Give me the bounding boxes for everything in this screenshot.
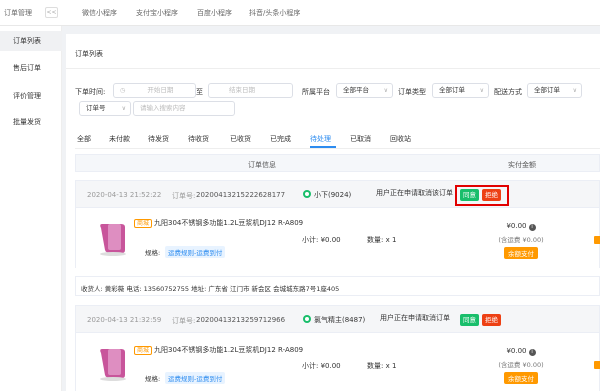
order-number: 20200413215222628177	[196, 191, 286, 199]
wechat-store-icon	[303, 315, 311, 323]
tab-unpaid[interactable]: 未付款	[109, 134, 130, 144]
order-number-label: 订单号:	[172, 192, 196, 200]
info-icon[interactable]: i	[528, 224, 536, 231]
order-header: 2020-04-13 21:52:22 订单号: 202004132152226…	[75, 180, 600, 208]
store-name: 小下(9024)	[303, 190, 351, 200]
orange-action-icon[interactable]	[594, 361, 600, 369]
sidebar: 订单列表 售后订单 评价管理 批量发货	[0, 26, 62, 391]
quantity: 数量: x 1	[367, 362, 397, 370]
freight-note: (含运费 ¥0.00)	[498, 236, 544, 244]
platform-label: 所属平台	[302, 88, 330, 96]
order-type-label: 订单类型	[398, 88, 426, 96]
cancel-request-notice: 用户正在申请取消该订单	[376, 189, 453, 197]
orange-action-icon[interactable]	[594, 236, 600, 244]
store-name: 氯气精主(8487)	[303, 315, 365, 325]
column-header-order-info: 订单信息	[248, 161, 276, 169]
tab-to-ship[interactable]: 待发货	[148, 134, 169, 144]
order-time: 2020-04-13 21:32:59	[87, 316, 162, 324]
tab-completed[interactable]: 已完成	[270, 134, 291, 144]
spec-label: 规格:	[145, 249, 161, 257]
soymilk-maker-thumbnail	[95, 220, 131, 256]
chevron-down-icon: ∨	[479, 87, 484, 94]
tab-all[interactable]: 全部	[77, 134, 91, 144]
platform-tab-baidu[interactable]: 百度小程序	[197, 8, 232, 18]
spec-value: 运费规则-运费到付	[165, 246, 226, 258]
goods-name[interactable]: 商城 九阳304不锈钢多功能1.2L豆浆机DJ12 R-A809	[134, 218, 304, 228]
platform-select-value: 全部平台	[343, 86, 369, 94]
info-icon[interactable]: i	[528, 349, 536, 356]
tab-received[interactable]: 已收货	[230, 134, 251, 144]
platform-tab-douyin[interactable]: 抖音/头条小程序	[249, 8, 300, 18]
platform-select[interactable]: 全部平台 ∨	[336, 83, 393, 98]
wechat-store-icon	[303, 190, 311, 198]
highlight-frame	[455, 185, 509, 206]
double-chevron-left-icon[interactable]: <<	[45, 7, 58, 18]
order-item-row: 商城 九阳304不锈钢多功能1.2L豆浆机DJ12 R-A809 规格: 运费规则…	[75, 208, 600, 268]
table-header: 订单信息 实付金额	[75, 154, 600, 172]
column-header-paid-amount: 实付金额	[508, 161, 536, 169]
order-time: 2020-04-13 21:52:22	[87, 191, 162, 199]
paid-amount: ¥0.00 i	[486, 347, 556, 356]
search-field-select[interactable]: 订单号 ∨	[79, 101, 131, 116]
search-placeholder: 请输入搜索内容	[140, 104, 186, 112]
chevron-down-icon: ∨	[121, 105, 126, 112]
cancel-request-notice: 用户正在申请取消订单	[380, 314, 450, 322]
order-number-label: 订单号:	[172, 317, 196, 325]
quantity: 数量: x 1	[367, 236, 397, 244]
platform-tab-wechat[interactable]: 微信小程序	[82, 8, 117, 18]
start-date-placeholder: 开始日期	[147, 86, 174, 94]
delivery-label: 配送方式	[494, 88, 522, 96]
shipping-address-row: 收货人: 黄彩薇 电话: 13560752755 地址: 广东省 江门市 新会区…	[75, 276, 600, 296]
end-date-input[interactable]: 结束日期	[208, 83, 293, 98]
sidebar-item-after-sales[interactable]: 售后订单	[0, 58, 62, 78]
freight-note: (含运费 ¥0.00)	[498, 361, 544, 369]
order-number: 20200413213259712966	[196, 316, 286, 324]
order-item-row: 商城 九阳304不锈钢多功能1.2L豆浆机DJ12 R-A809 规格: 运费规则…	[75, 333, 600, 391]
subtotal: 小计: ¥0.00	[302, 236, 341, 244]
soymilk-maker-thumbnail	[95, 345, 131, 381]
tab-pending[interactable]: 待处理	[310, 134, 331, 144]
app-title: 订单管理	[4, 9, 32, 17]
chevron-down-icon: ∨	[572, 87, 577, 94]
divider	[75, 148, 600, 149]
platform-tab-alipay[interactable]: 支付宝小程序	[136, 8, 178, 18]
search-field-value: 订单号	[86, 104, 106, 112]
reject-button[interactable]: 拒绝	[482, 314, 501, 326]
tab-recycle-bin[interactable]: 回收站	[390, 134, 411, 144]
payment-method-badge: 余额支付	[504, 247, 538, 259]
payment-method-badge: 余额支付	[504, 372, 538, 384]
subtotal: 小计: ¥0.00	[302, 362, 341, 370]
end-date-placeholder: 结束日期	[229, 86, 255, 94]
payment-column: ¥0.00 i (含运费 ¥0.00) 余额支付	[486, 347, 556, 384]
main-content: 订单列表 下单时间: ◷ 开始日期 至 结束日期 所属平台 全部平台 ∨ 订单类…	[66, 34, 600, 391]
date-range-separator: 至	[196, 88, 203, 96]
mall-tag: 商城	[134, 219, 153, 228]
sidebar-item-batch-ship[interactable]: 批量发货	[0, 112, 62, 132]
spec-label: 规格:	[145, 375, 161, 383]
search-input[interactable]: 请输入搜索内容	[133, 101, 235, 116]
sidebar-item-order-list[interactable]: 订单列表	[0, 31, 62, 51]
divider	[66, 68, 600, 69]
payment-column: ¥0.00 i (含运费 ¥0.00) 余额支付	[486, 222, 556, 259]
shipping-address: 收货人: 黄彩薇 电话: 13560752755 地址: 广东省 江门市 新会区…	[81, 285, 340, 293]
top-bar: 订单管理 << 微信小程序 支付宝小程序 百度小程序 抖音/头条小程序	[0, 0, 600, 26]
agree-button[interactable]: 同意	[460, 314, 479, 326]
order-time-label: 下单时间:	[75, 88, 106, 96]
chevron-down-icon: ∨	[383, 87, 388, 94]
start-date-input[interactable]: ◷ 开始日期	[113, 83, 196, 98]
page-title: 订单列表	[75, 50, 103, 58]
tab-to-receive[interactable]: 待收货	[188, 134, 209, 144]
goods-name[interactable]: 商城 九阳304不锈钢多功能1.2L豆浆机DJ12 R-A809	[134, 345, 304, 355]
order-type-select-value: 全部订单	[439, 86, 465, 94]
mall-tag: 商城	[134, 346, 153, 355]
sidebar-item-reviews[interactable]: 评价管理	[0, 86, 62, 106]
delivery-select[interactable]: 全部订单 ∨	[527, 83, 582, 98]
calendar-icon: ◷	[120, 87, 126, 94]
spec-value: 运费规则-运费到付	[165, 372, 226, 384]
paid-amount: ¥0.00 i	[486, 222, 556, 231]
delivery-select-value: 全部订单	[534, 86, 560, 94]
tab-cancelled[interactable]: 已取消	[350, 134, 371, 144]
order-type-select[interactable]: 全部订单 ∨	[432, 83, 489, 98]
order-header: 2020-04-13 21:32:59 订单号: 202004132132597…	[75, 305, 600, 333]
